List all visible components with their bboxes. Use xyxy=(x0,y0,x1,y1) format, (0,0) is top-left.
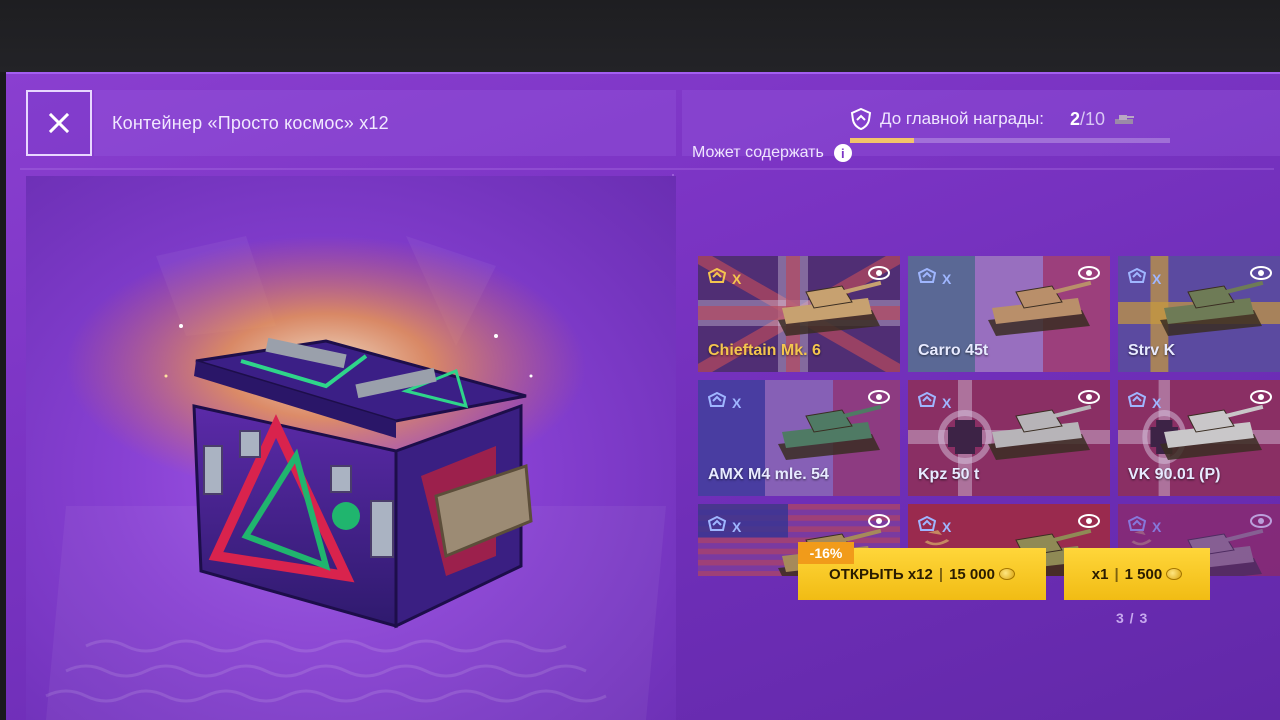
eye-icon[interactable] xyxy=(1078,266,1100,280)
reward-card[interactable]: X AMX M4 mle. 54 xyxy=(698,380,900,496)
reward-card[interactable]: X Carro 45t xyxy=(908,256,1110,372)
tank-image xyxy=(982,270,1092,342)
tank-name: AMX M4 mle. 54 xyxy=(708,466,829,483)
reward-progress-fill xyxy=(850,138,914,143)
tank-name: Kpz 50 t xyxy=(918,466,980,483)
reward-label: До главной награды: xyxy=(880,109,1044,128)
tier-icon xyxy=(1127,515,1147,537)
tier-label: X xyxy=(1152,518,1162,535)
gold-coin-icon xyxy=(1166,568,1183,580)
reward-total: /10 xyxy=(1080,108,1106,129)
eye-icon[interactable] xyxy=(1250,514,1272,528)
tank-image xyxy=(1154,394,1264,466)
container-title: Контейнер «Просто космос» x12 xyxy=(112,112,389,133)
eye-icon[interactable] xyxy=(1250,390,1272,404)
open-separator: | xyxy=(938,565,944,583)
open-label: ОТКРЫТЬ x12 xyxy=(829,565,933,583)
tier-badge: X xyxy=(1127,515,1162,537)
tier-icon xyxy=(1127,267,1147,289)
tier-icon xyxy=(1127,391,1147,413)
tank-image xyxy=(982,394,1092,466)
eye-icon[interactable] xyxy=(1078,514,1100,528)
tier-label: X xyxy=(732,518,742,535)
background-top xyxy=(0,0,1280,72)
single-price: 1 500 xyxy=(1124,565,1163,583)
gold-coin-icon xyxy=(998,568,1015,580)
shield-icon xyxy=(850,108,872,130)
reward-card[interactable]: X Chieftain Mk. 6 xyxy=(698,256,900,372)
reward-current: 2 xyxy=(1070,108,1081,129)
reward-card[interactable]: X Kpz 50 t xyxy=(908,380,1110,496)
eye-icon[interactable] xyxy=(868,390,890,404)
container-art xyxy=(26,176,676,720)
tier-label: X xyxy=(1152,270,1162,287)
reward-progress-track xyxy=(850,138,1170,143)
open-x1-button[interactable]: x1 | 1 500 xyxy=(1064,548,1210,600)
tier-icon xyxy=(707,267,727,289)
tier-label: X xyxy=(732,270,742,287)
discount-badge: -16% xyxy=(798,542,854,564)
reward-card[interactable]: X Strv K xyxy=(1118,256,1280,372)
contents-header: Может содержать i xyxy=(692,144,852,162)
tier-badge: X xyxy=(707,391,742,413)
tier-icon xyxy=(917,267,937,289)
single-separator: | xyxy=(1114,565,1119,583)
tier-icon xyxy=(707,515,727,537)
info-icon[interactable]: i xyxy=(833,144,852,162)
header-divider xyxy=(20,168,1274,170)
tier-badge: X xyxy=(707,515,742,537)
tank-image xyxy=(1154,270,1264,342)
eye-icon[interactable] xyxy=(1078,390,1100,404)
tier-icon xyxy=(917,391,937,413)
tier-badge: X xyxy=(917,391,952,413)
tier-label: X xyxy=(942,270,952,287)
container-illustration xyxy=(45,236,666,720)
contents-title: Может содержать xyxy=(692,144,824,161)
close-button[interactable] xyxy=(26,90,92,156)
tier-badge: X xyxy=(707,267,742,289)
tank-image xyxy=(772,394,882,466)
eye-icon[interactable] xyxy=(868,266,890,280)
page-indicator: 3 / 3 xyxy=(1116,610,1149,626)
tier-label: X xyxy=(1152,394,1162,411)
tier-badge: X xyxy=(917,267,952,289)
tier-label: X xyxy=(942,518,952,535)
eye-icon[interactable] xyxy=(868,514,890,528)
header-title-bar: Контейнер «Просто космос» x12 xyxy=(94,90,676,156)
tank-name: VK 90.01 (P) xyxy=(1128,466,1221,483)
tier-badge: X xyxy=(917,515,952,537)
tier-icon xyxy=(707,391,727,413)
reward-grid: X Chieftain Mk. 6 X Carro 45t X Strv K X AMX M4… xyxy=(698,256,1280,576)
tank-name: Carro 45t xyxy=(918,342,989,359)
tank-reward-icon xyxy=(1115,115,1135,124)
tank-name: Chieftain Mk. 6 xyxy=(708,342,821,359)
tier-icon xyxy=(917,515,937,537)
tier-badge: X xyxy=(1127,267,1162,289)
tier-badge: X xyxy=(1127,391,1162,413)
single-label: x1 xyxy=(1091,565,1109,583)
tier-label: X xyxy=(942,394,952,411)
open-price: 15 000 xyxy=(949,565,995,583)
tank-name: Strv K xyxy=(1128,342,1176,359)
eye-icon[interactable] xyxy=(1250,266,1272,280)
tank-image xyxy=(772,270,882,342)
close-icon xyxy=(48,112,70,134)
reward-row: До главной награды: 2/10 xyxy=(850,108,1135,130)
reward-card[interactable]: X VK 90.01 (P) xyxy=(1118,380,1280,496)
reward-counter: 2/10 xyxy=(1070,109,1105,130)
tier-label: X xyxy=(732,394,742,411)
